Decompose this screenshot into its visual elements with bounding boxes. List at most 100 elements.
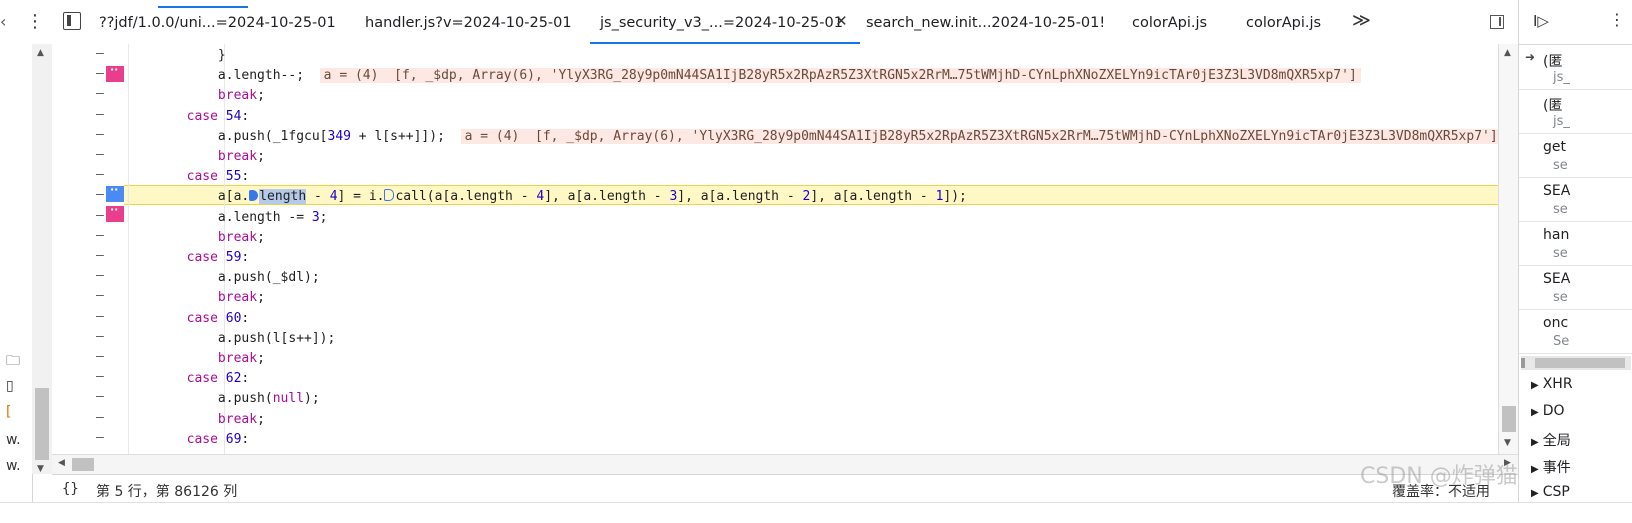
code-token: a.length -= bbox=[217, 209, 312, 225]
code-line[interactable]: break; bbox=[124, 86, 265, 106]
tab-label: js_security_v3_...=2024-10-25-01 bbox=[600, 15, 843, 31]
code-line[interactable]: } bbox=[124, 46, 226, 66]
vertical-scrollbar[interactable]: ▲ ▼ bbox=[1498, 44, 1519, 454]
frame-location: se bbox=[1553, 246, 1568, 261]
code-token: 54 bbox=[225, 108, 242, 124]
call-frame[interactable]: SEA se bbox=[1519, 266, 1632, 310]
divider bbox=[1519, 44, 1632, 45]
frame-name: (匿 bbox=[1543, 98, 1563, 114]
execution-marker-icon[interactable] bbox=[249, 190, 259, 202]
code-token: } bbox=[217, 48, 226, 63]
code-line[interactable]: case 55: bbox=[124, 167, 250, 187]
horizontal-scrollbar[interactable]: ◀ ▶ bbox=[52, 454, 1518, 475]
tab-js-security[interactable]: js_security_v3_...=2024-10-25-01 bbox=[590, 0, 860, 44]
section-header[interactable]: ▶ 事件 bbox=[1531, 457, 1571, 477]
line-marker: – bbox=[96, 106, 104, 122]
code-line[interactable]: a.length -= 3; bbox=[124, 208, 328, 228]
code-line[interactable]: case 59: bbox=[124, 248, 250, 268]
code-line[interactable]: a.push(_1fgcu[349 + l[s++]]); a = (4) [f… bbox=[124, 127, 1498, 147]
call-frame[interactable]: ➜ (匿 js_ bbox=[1519, 46, 1632, 90]
code-line[interactable]: break; bbox=[124, 288, 265, 308]
tab-uni[interactable]: ??jdf/1.0.0/uni...=2024-10-25-01 bbox=[99, 0, 336, 44]
scroll-thumb[interactable] bbox=[1502, 406, 1516, 432]
code-line[interactable]: case 62: bbox=[124, 369, 250, 389]
scroll-down-icon[interactable]: ▼ bbox=[1504, 438, 1511, 448]
code-line[interactable]: case 54: bbox=[124, 107, 250, 127]
code-line[interactable]: a.push(l[s++]); bbox=[124, 329, 335, 349]
panel-toggle-icon[interactable] bbox=[1490, 15, 1504, 29]
code-line[interactable]: a.length--; a = (4) [f, _$dp, Array(6), … bbox=[124, 66, 1361, 86]
code-token: 349 bbox=[327, 128, 351, 144]
code-token: - bbox=[306, 189, 330, 205]
code-line[interactable]: a.push(_$dl); bbox=[124, 268, 320, 288]
code-token: a.push(l[s++]); bbox=[217, 330, 336, 346]
tab-handler[interactable]: handler.js?v=2024-10-25-01 bbox=[365, 0, 572, 44]
code-line[interactable]: break; bbox=[124, 410, 265, 430]
code-line[interactable]: break; bbox=[124, 228, 265, 248]
tab-colorapi-1[interactable]: colorApi.js bbox=[1132, 0, 1207, 44]
code-line[interactable]: a[a. length - 4] = i. call(a[a.length - 4]… bbox=[124, 187, 967, 207]
code-token: case bbox=[186, 431, 218, 447]
scroll-up-icon[interactable]: ▲ bbox=[1504, 48, 1511, 58]
code-editor[interactable]: } a.length--; a = (4) [f, _$dp, Array(6)… bbox=[124, 44, 1498, 454]
code-token: a.push(_$dl); bbox=[217, 270, 320, 286]
file-item-2[interactable]: w. bbox=[6, 458, 21, 474]
code-token: break bbox=[217, 290, 258, 306]
scroll-down-icon[interactable]: ▼ bbox=[37, 464, 44, 474]
call-frame[interactable]: han se bbox=[1519, 222, 1632, 266]
code-token: : bbox=[241, 250, 250, 265]
code-line[interactable]: case 60: bbox=[124, 309, 250, 329]
scroll-left-icon[interactable]: ◀ bbox=[58, 458, 65, 468]
sidebar-toggle-icon[interactable] bbox=[63, 12, 81, 30]
section-header[interactable]: ▶ XHR bbox=[1531, 376, 1573, 392]
section-label: DO bbox=[1542, 403, 1565, 419]
code-token: case bbox=[186, 250, 218, 265]
more-options-icon[interactable]: ⋮ bbox=[1609, 10, 1625, 29]
expand-triangle-icon: ▶ bbox=[1531, 437, 1539, 448]
more-tabs-icon[interactable]: ≫ bbox=[1352, 10, 1371, 31]
tab-bar: ‹ ⋮ ??jdf/1.0.0/uni...=2024-10-25-01 han… bbox=[0, 0, 1632, 45]
code-token: break bbox=[217, 149, 258, 164]
selected-token: length bbox=[259, 189, 307, 205]
pretty-print-button[interactable]: {} bbox=[62, 481, 79, 497]
code-token: break bbox=[217, 229, 258, 245]
call-frame[interactable]: get se bbox=[1519, 134, 1632, 178]
call-frame[interactable]: (匿 js_ bbox=[1519, 90, 1632, 134]
code-line[interactable]: break; bbox=[124, 349, 265, 369]
tab-search-new[interactable]: search_new.init...2024-10-25-01! bbox=[866, 0, 1105, 44]
close-icon[interactable]: ✕ bbox=[835, 12, 848, 30]
code-line[interactable]: a.push(null); bbox=[124, 389, 320, 409]
code-line[interactable]: break; bbox=[124, 147, 265, 167]
tab-colorapi-2[interactable]: colorApi.js bbox=[1246, 0, 1321, 44]
resume-icon[interactable]: I▷ bbox=[1533, 12, 1549, 30]
code-token: + l[s++]]); bbox=[350, 128, 445, 144]
call-frame[interactable]: SEA se bbox=[1519, 178, 1632, 222]
code-token: a.length--; bbox=[217, 68, 305, 84]
step-marker-icon[interactable] bbox=[384, 189, 395, 202]
call-frame[interactable]: onc Se bbox=[1519, 310, 1632, 354]
chevron-left-icon[interactable]: ‹ bbox=[0, 12, 6, 31]
code-token: ); bbox=[304, 391, 320, 407]
frame-name: (匿 bbox=[1543, 54, 1563, 70]
inline-value-preview: a = (4) [f, _$dp, Array(6), 'YlyX3RG_28y… bbox=[460, 128, 1498, 144]
section-header[interactable]: ▶ 全局 bbox=[1531, 430, 1571, 450]
code-token: ], a[a.length - bbox=[810, 189, 936, 205]
menu-dots-icon[interactable]: ⋮ bbox=[26, 11, 44, 32]
scroll-thumb[interactable] bbox=[72, 458, 94, 471]
code-token: ] = i. bbox=[337, 189, 385, 205]
section-label: CSP bbox=[1542, 484, 1570, 500]
section-header[interactable]: ▶ CSP bbox=[1531, 484, 1570, 500]
section-header[interactable]: ▶ DO bbox=[1531, 403, 1565, 419]
line-marker: – bbox=[96, 66, 104, 82]
panel-scrollbar[interactable] bbox=[1521, 356, 1631, 370]
code-line[interactable]: case 69: bbox=[124, 430, 250, 450]
